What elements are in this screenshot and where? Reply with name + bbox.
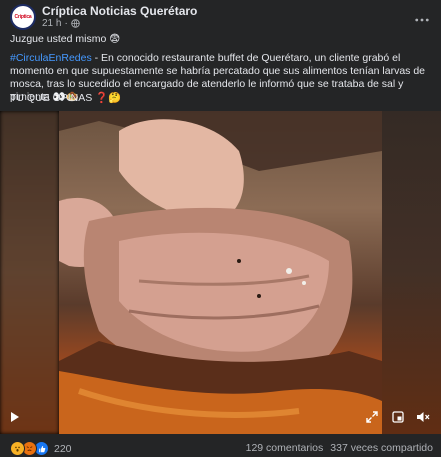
video-player[interactable] xyxy=(0,111,441,434)
post-text-line1: Juzgue usted mismo 😨 xyxy=(10,33,121,45)
wow-reaction-icon xyxy=(10,441,25,456)
hashtag-link[interactable]: #CirculaEnRedes xyxy=(10,52,92,64)
post-question: TU QUE OPINAS ❓🤔 xyxy=(10,92,122,104)
play-icon[interactable] xyxy=(10,410,20,428)
video-blur-left xyxy=(0,111,59,434)
video-controls xyxy=(0,408,441,434)
meta-separator: · xyxy=(64,18,68,29)
post-header: Críptica Críptica Noticias Querétaro 21 … xyxy=(8,3,433,31)
comments-count[interactable]: 129 comentarios xyxy=(246,442,324,454)
volume-icon[interactable] xyxy=(416,410,430,428)
page-avatar[interactable]: Críptica xyxy=(10,4,36,30)
reaction-count[interactable]: 220 xyxy=(54,443,72,455)
page-name-link[interactable]: Críptica Noticias Querétaro xyxy=(42,4,197,18)
reactions-summary[interactable]: 220 xyxy=(10,441,72,456)
more-options-icon[interactable] xyxy=(415,9,429,25)
post-time[interactable]: 21 h xyxy=(42,18,61,29)
avatar-logo-text: Críptica xyxy=(14,14,32,20)
post-meta: 21 h · xyxy=(42,18,80,29)
facebook-post: Críptica Críptica Noticias Querétaro 21 … xyxy=(0,0,441,457)
video-frame[interactable] xyxy=(59,111,382,434)
video-blur-right xyxy=(382,111,441,434)
globe-icon xyxy=(71,19,80,28)
shares-count[interactable]: 337 veces compartido xyxy=(330,442,433,454)
expand-icon[interactable] xyxy=(366,410,378,428)
picture-in-picture-icon[interactable] xyxy=(392,410,404,428)
post-stats: 129 comentarios 337 veces compartido xyxy=(246,442,433,454)
post-footer: 220 129 comentarios 337 veces compartido xyxy=(0,438,441,457)
